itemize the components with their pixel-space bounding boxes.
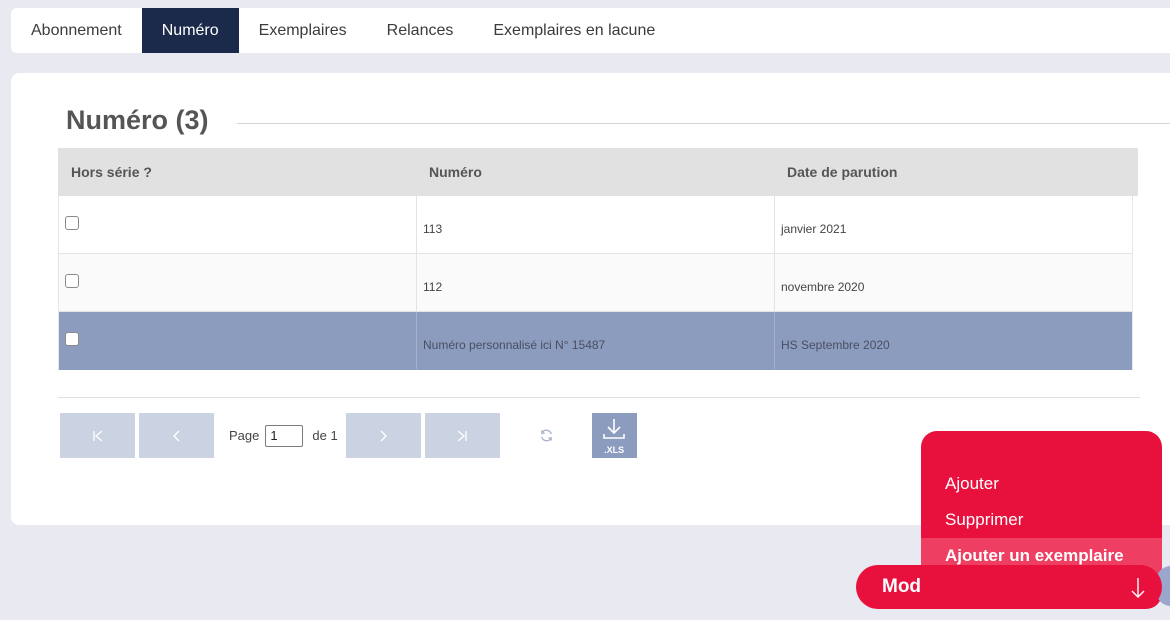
grid-body: 113 janvier 2021 112 novembre 2020 Numér… xyxy=(58,196,1133,370)
arrow-down-icon xyxy=(1131,578,1145,598)
title-divider xyxy=(237,123,1170,124)
first-page-icon xyxy=(92,430,102,441)
next-page-button[interactable] xyxy=(345,413,421,458)
table-row[interactable]: 112 novembre 2020 xyxy=(59,254,1132,312)
table-row-selected[interactable]: Numéro personnalisé ici N° 15487 HS Sept… xyxy=(59,312,1132,370)
xls-label: .XLS xyxy=(604,445,625,455)
modify-button[interactable]: Modifier xyxy=(856,565,1162,609)
column-header-date-parution[interactable]: Date de parution xyxy=(774,148,1132,196)
hors-serie-checkbox[interactable] xyxy=(65,274,79,288)
first-page-button[interactable] xyxy=(60,413,135,458)
date-cell: janvier 2021 xyxy=(775,196,1132,253)
hors-serie-checkbox[interactable] xyxy=(65,332,79,346)
last-page-icon xyxy=(457,430,467,441)
menu-item-ajouter[interactable]: Ajouter xyxy=(921,466,1162,502)
date-value: janvier 2021 xyxy=(781,222,847,236)
hors-serie-cell xyxy=(59,312,417,369)
chevron-left-icon xyxy=(172,430,179,441)
refresh-button[interactable] xyxy=(539,428,555,444)
page: Abonnement Numéro Exemplaires Relances E… xyxy=(0,0,1170,620)
pager-divider xyxy=(58,397,1140,398)
numero-value: 112 xyxy=(423,280,443,294)
tab-exemplaires[interactable]: Exemplaires xyxy=(239,8,367,53)
previous-page-button[interactable] xyxy=(139,413,214,458)
tab-bar: Abonnement Numéro Exemplaires Relances E… xyxy=(11,8,1170,53)
hors-serie-cell xyxy=(59,254,417,311)
date-value: HS Septembre 2020 xyxy=(781,338,890,352)
modify-button-label: Modifier xyxy=(882,576,922,597)
section-title: Numéro (3) xyxy=(66,105,209,135)
menu-item-supprimer[interactable]: Supprimer xyxy=(921,502,1162,538)
tab-numero[interactable]: Numéro xyxy=(141,8,239,53)
page-number-input[interactable] xyxy=(265,424,304,447)
export-xls-button[interactable]: .XLS xyxy=(591,413,637,458)
chevron-right-icon xyxy=(380,430,388,441)
numero-cell: Numéro personnalisé ici N° 15487 xyxy=(417,312,775,369)
column-header-numero[interactable]: Numéro xyxy=(416,148,774,196)
numero-value: 113 xyxy=(423,222,443,236)
date-value: novembre 2020 xyxy=(781,280,865,294)
numero-cell: 113 xyxy=(417,196,775,253)
hors-serie-cell xyxy=(59,196,417,253)
tab-exemplaires-en-lacune[interactable]: Exemplaires en lacune xyxy=(473,8,675,53)
tab-abonnement[interactable]: Abonnement xyxy=(11,8,142,53)
page-count-label: de 1 xyxy=(312,428,338,443)
column-header-hors-serie[interactable]: Hors série ? xyxy=(58,148,416,196)
numero-cell: 112 xyxy=(417,254,775,311)
download-icon xyxy=(603,419,625,439)
table-row[interactable]: 113 janvier 2021 xyxy=(59,196,1132,254)
grid-header: Hors série ? Numéro Date de parution xyxy=(58,148,1138,196)
page-label: Page xyxy=(229,428,260,443)
numero-value: Numéro personnalisé ici N° 15487 xyxy=(423,338,606,352)
hors-serie-checkbox[interactable] xyxy=(65,216,79,230)
date-cell: HS Septembre 2020 xyxy=(775,312,1132,369)
refresh-icon xyxy=(541,429,553,442)
numero-grid: Hors série ? Numéro Date de parution 113… xyxy=(58,148,1138,370)
tab-relances[interactable]: Relances xyxy=(367,8,474,53)
pager: Page de 1 .XLS xyxy=(60,413,637,458)
date-cell: novembre 2020 xyxy=(775,254,1132,311)
page-info: Page de 1 xyxy=(229,424,338,447)
last-page-button[interactable] xyxy=(424,413,500,458)
